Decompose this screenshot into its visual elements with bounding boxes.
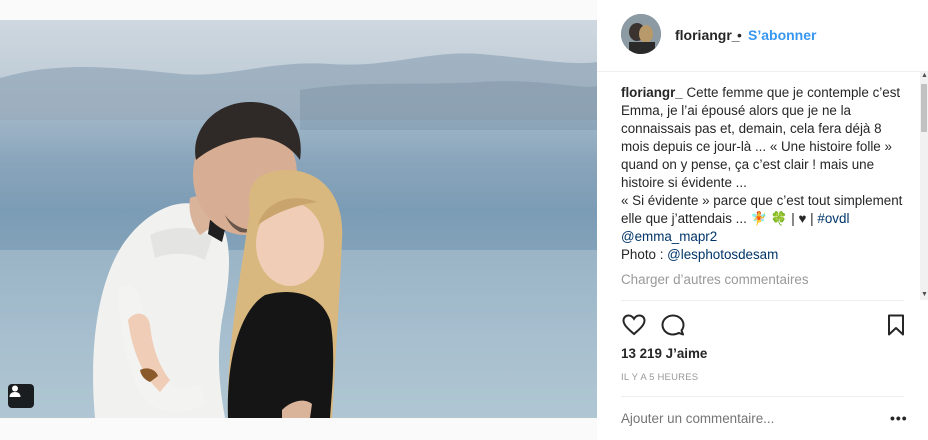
user-tag-icon [9,385,21,397]
scroll-thumb[interactable] [921,84,927,132]
follow-button[interactable]: S’abonner [748,27,816,43]
photo-scene [0,53,597,418]
avatar[interactable] [621,14,661,54]
save-button[interactable] [883,312,909,338]
post-caption: floriangr_ Cette femme que je contemple … [621,84,911,264]
scroll-down-arrow-icon[interactable]: ▼ [921,291,928,298]
photographer-mention-link[interactable]: @lesphotosdesam [667,247,778,262]
avatar-image [621,14,661,54]
comments-area: floriangr_ Cette femme que je contemple … [621,84,911,299]
caption-author[interactable]: floriangr_ [621,85,683,100]
bookmark-icon [888,314,904,336]
scroll-up-arrow-icon[interactable]: ▲ [921,72,928,79]
heart-outline-icon [622,314,646,336]
more-options-button[interactable]: ••• [890,410,908,426]
comments-scrollbar[interactable]: ▲ ▼ [920,72,928,300]
hashtag-link[interactable]: #ovdl [817,211,849,226]
divider [621,300,904,301]
header-separator: • [737,27,742,43]
header-username[interactable]: floriangr_ [675,27,740,43]
caption-text-2: « Si évidente » parce que c’est tout sim… [621,193,903,226]
comment-button[interactable] [660,312,686,338]
add-comment-input[interactable] [621,411,871,426]
photo-credit-prefix: Photo : [621,247,664,262]
divider [621,396,904,397]
post-timestamp: IL Y A 5 HEURES [621,372,699,383]
load-more-comments-button[interactable]: Charger d’autres commentaires [621,272,911,287]
caption-text-1: Cette femme que je contemple c’est Emma,… [621,85,901,190]
comment-bubble-icon [661,314,685,336]
user-tag-button[interactable] [8,384,34,408]
mention-link[interactable]: @emma_mapr2 [621,229,717,244]
post-side-panel: floriangr_ • S’abonner floriangr_ Cette … [597,0,928,440]
likes-count[interactable]: 13 219 J’aime [621,346,707,361]
post-photo[interactable] [0,20,597,418]
post-header: floriangr_ • S’abonner [597,0,928,72]
like-button[interactable] [621,312,647,338]
